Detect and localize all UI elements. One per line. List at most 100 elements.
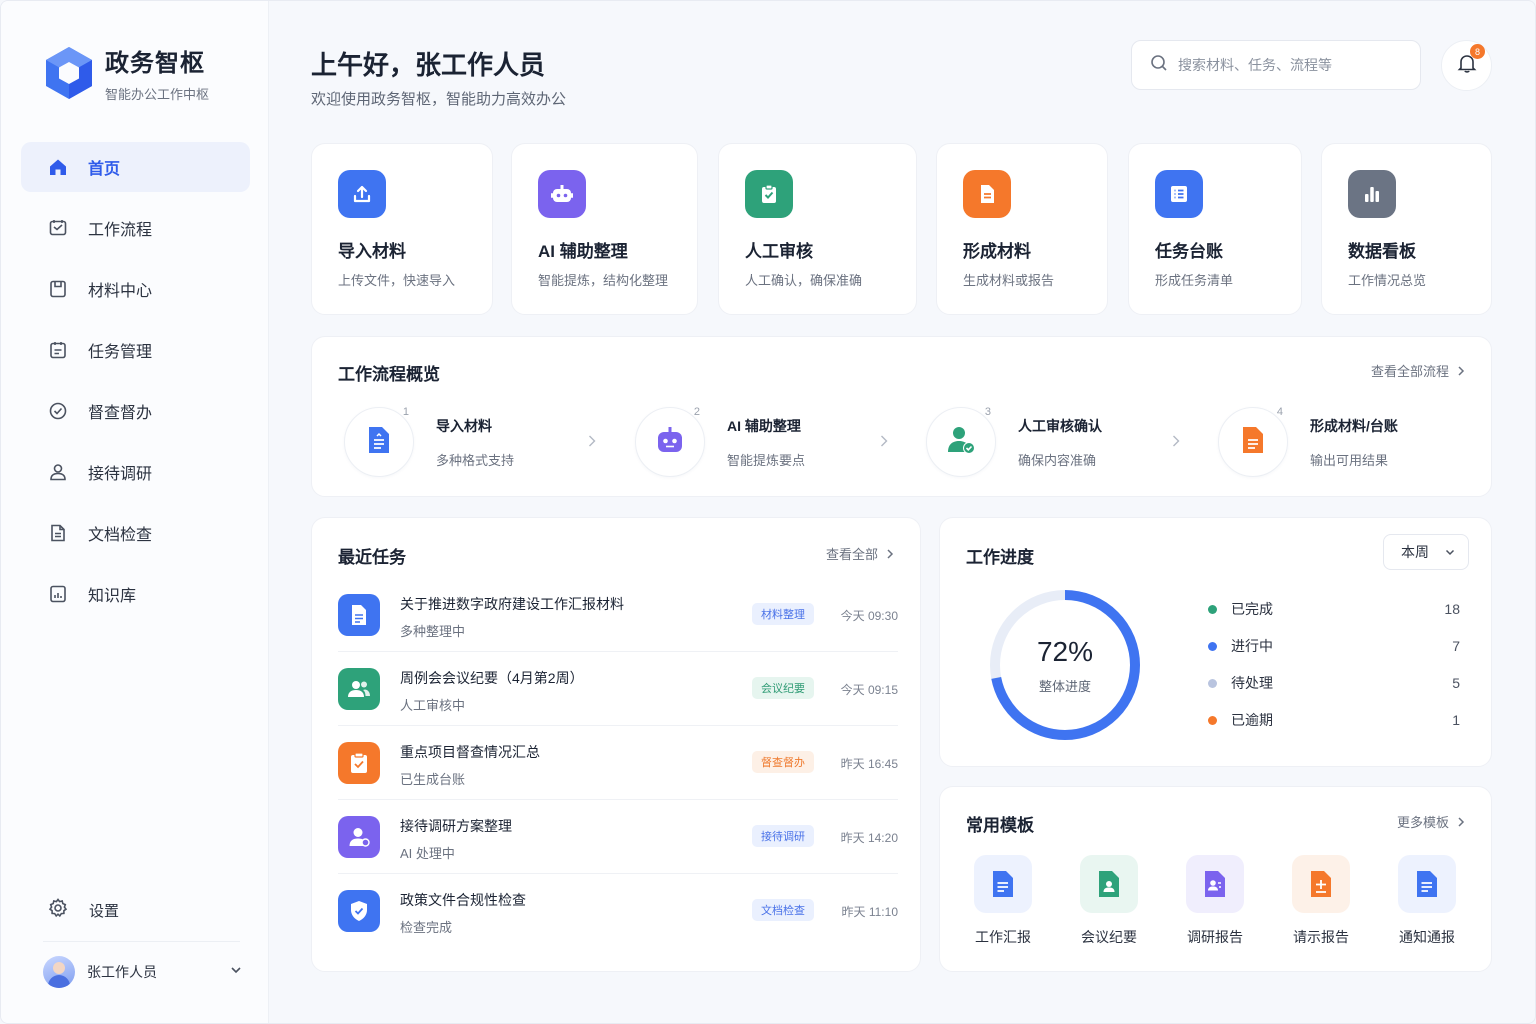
quick-action-title: AI 辅助整理 bbox=[538, 242, 628, 261]
quick-action-desc: 智能提炼，结构化整理 bbox=[538, 273, 669, 288]
brand: 政务智枢 智能办公工作中枢 bbox=[43, 43, 209, 103]
task-row[interactable]: 重点项目督查情况汇总 已生成台账 督查督办 昨天 16:45 bbox=[338, 726, 898, 800]
user-check-icon bbox=[945, 424, 977, 461]
home-icon bbox=[47, 156, 69, 178]
view-all-workflows-link[interactable]: 查看全部流程 bbox=[1371, 361, 1465, 380]
task-tag: 会议纪要 bbox=[752, 677, 814, 699]
template-request-report[interactable]: 请示报告 bbox=[1286, 855, 1356, 947]
sidebar-item-home[interactable]: 首页 bbox=[21, 142, 250, 192]
chevron-right-icon bbox=[881, 435, 888, 447]
document-icon bbox=[974, 855, 1032, 913]
sidebar-item-workflow[interactable]: 工作流程 bbox=[21, 203, 250, 253]
progress-label: 整体进度 bbox=[1038, 678, 1091, 694]
template-label: 会议纪要 bbox=[1081, 929, 1137, 945]
sidebar: 政务智枢 智能办公工作中枢 首页 工作流程 材料中心 任务管理 督查督办 接待调… bbox=[1, 1, 269, 1023]
sidebar-item-reception[interactable]: 接待调研 bbox=[21, 447, 250, 497]
app-window: 政务智枢 智能办公工作中枢 首页 工作流程 材料中心 任务管理 督查督办 接待调… bbox=[0, 0, 1536, 1024]
quick-action-ledger[interactable]: 任务台账 形成任务清单 bbox=[1128, 143, 1302, 315]
period-select[interactable]: 本周 bbox=[1383, 534, 1469, 570]
template-meeting-minutes[interactable]: 会议纪要 bbox=[1074, 855, 1144, 947]
workflow-title: 工作流程概览 bbox=[338, 365, 440, 384]
quick-action-title: 导入材料 bbox=[338, 242, 406, 261]
bar-chart-icon bbox=[1348, 170, 1396, 218]
task-time: 今天 09:30 bbox=[840, 609, 898, 623]
legend-dot bbox=[1208, 678, 1217, 688]
clipboard-check-icon bbox=[338, 742, 380, 784]
templates-title: 常用模板 bbox=[966, 816, 1034, 835]
templates-panel: 常用模板 更多模板 工作汇报 会议纪要 调研报告 请示报告 通知通报 bbox=[939, 786, 1492, 972]
template-research-report[interactable]: 调研报告 bbox=[1180, 855, 1250, 947]
task-row[interactable]: 政策文件合规性检查 检查完成 文档检查 昨天 11:10 bbox=[338, 874, 898, 948]
workflow-step-4[interactable]: 4 形成材料/台账 输出可用结果 bbox=[1218, 406, 1398, 477]
task-title: 接待调研方案整理 bbox=[400, 818, 512, 834]
template-work-report[interactable]: 工作汇报 bbox=[968, 855, 1038, 947]
quick-action-dashboard[interactable]: 数据看板 工作情况总览 bbox=[1321, 143, 1492, 315]
step-number: 4 bbox=[1276, 406, 1283, 418]
sidebar-item-knowledge[interactable]: 知识库 bbox=[21, 569, 250, 619]
task-status: 检查完成 bbox=[400, 920, 453, 935]
template-notice[interactable]: 通知通报 bbox=[1392, 855, 1462, 947]
chevron-right-icon bbox=[1458, 816, 1465, 827]
more-templates-link[interactable]: 更多模板 bbox=[1397, 812, 1465, 831]
document-plus-icon bbox=[1292, 855, 1350, 913]
legend-label: 待处理 bbox=[1231, 675, 1273, 691]
sidebar-item-supervision[interactable]: 督查督办 bbox=[21, 386, 250, 436]
sidebar-item-label: 材料中心 bbox=[88, 283, 153, 300]
users-icon bbox=[338, 668, 380, 710]
quick-action-generate[interactable]: 形成材料 生成材料或报告 bbox=[936, 143, 1108, 315]
chevron-right-icon bbox=[887, 548, 894, 559]
step-number: 2 bbox=[693, 406, 700, 418]
task-time: 昨天 16:45 bbox=[840, 757, 898, 771]
document-user-icon bbox=[1080, 855, 1138, 913]
recent-tasks-title: 最近任务 bbox=[338, 548, 406, 567]
document-icon bbox=[47, 522, 69, 544]
task-row[interactable]: 关于推进数字政府建设工作汇报材料 多种整理中 材料整理 今天 09:30 bbox=[338, 578, 898, 652]
quick-action-review[interactable]: 人工审核 人工确认，确保准确 bbox=[718, 143, 917, 315]
template-label: 调研报告 bbox=[1187, 929, 1243, 945]
step-desc: 多种格式支持 bbox=[436, 452, 515, 468]
task-list-icon bbox=[47, 339, 69, 361]
search-input[interactable] bbox=[1178, 57, 1398, 73]
step-desc: 输出可用结果 bbox=[1310, 452, 1389, 468]
quick-action-title: 形成材料 bbox=[963, 242, 1031, 261]
workflow-step-2[interactable]: 2 AI 辅助整理 智能提炼要点 bbox=[635, 406, 805, 477]
search-box[interactable] bbox=[1131, 40, 1421, 90]
workflow-step-1[interactable]: 1 导入材料 多种格式支持 bbox=[344, 406, 515, 477]
quick-action-import[interactable]: 导入材料 上传文件，快速导入 bbox=[311, 143, 493, 315]
robot-icon bbox=[654, 425, 686, 460]
shield-icon bbox=[338, 890, 380, 932]
upload-icon bbox=[338, 170, 386, 218]
clipboard-check-icon bbox=[745, 170, 793, 218]
notification-button[interactable]: 8 bbox=[1441, 40, 1492, 91]
legend-value: 5 bbox=[1452, 675, 1460, 691]
workflow-step-3[interactable]: 3 人工审核确认 确保内容准确 bbox=[926, 406, 1102, 477]
sidebar-item-tasks[interactable]: 任务管理 bbox=[21, 325, 250, 375]
task-row[interactable]: 周例会会议纪要（4月第2周） 人工审核中 会议纪要 今天 09:15 bbox=[338, 652, 898, 726]
task-title: 关于推进数字政府建设工作汇报材料 bbox=[400, 596, 624, 612]
legend-completed: 已完成 18 bbox=[1208, 599, 1460, 619]
check-circle-icon bbox=[47, 400, 69, 422]
task-tag: 材料整理 bbox=[752, 603, 814, 625]
step-title: 导入材料 bbox=[436, 417, 492, 434]
user-menu[interactable]: 张工作人员 bbox=[43, 956, 243, 988]
sidebar-item-doc-check[interactable]: 文档检查 bbox=[21, 508, 250, 558]
sidebar-item-label: 工作流程 bbox=[88, 222, 153, 239]
chevron-right-icon bbox=[1458, 365, 1465, 376]
document-icon bbox=[338, 594, 380, 636]
period-value: 本周 bbox=[1401, 544, 1429, 560]
settings-button[interactable]: 设置 bbox=[47, 897, 119, 924]
user-icon bbox=[338, 816, 380, 858]
quick-action-ai[interactable]: AI 辅助整理 智能提炼，结构化整理 bbox=[511, 143, 698, 315]
legend-overdue: 已逾期 1 bbox=[1208, 710, 1460, 730]
view-all-tasks-link[interactable]: 查看全部 bbox=[826, 544, 894, 563]
gear-icon bbox=[47, 897, 69, 924]
sidebar-item-materials[interactable]: 材料中心 bbox=[21, 264, 250, 314]
task-tag: 文档检查 bbox=[752, 899, 814, 921]
workflow-icon bbox=[47, 217, 69, 239]
legend-value: 1 bbox=[1452, 712, 1460, 728]
book-icon bbox=[47, 583, 69, 605]
task-status: 多种整理中 bbox=[400, 624, 466, 639]
brand-logo-icon bbox=[46, 47, 92, 99]
task-row[interactable]: 接待调研方案整理 AI 处理中 接待调研 昨天 14:20 bbox=[338, 800, 898, 874]
task-title: 重点项目督查情况汇总 bbox=[400, 744, 540, 760]
